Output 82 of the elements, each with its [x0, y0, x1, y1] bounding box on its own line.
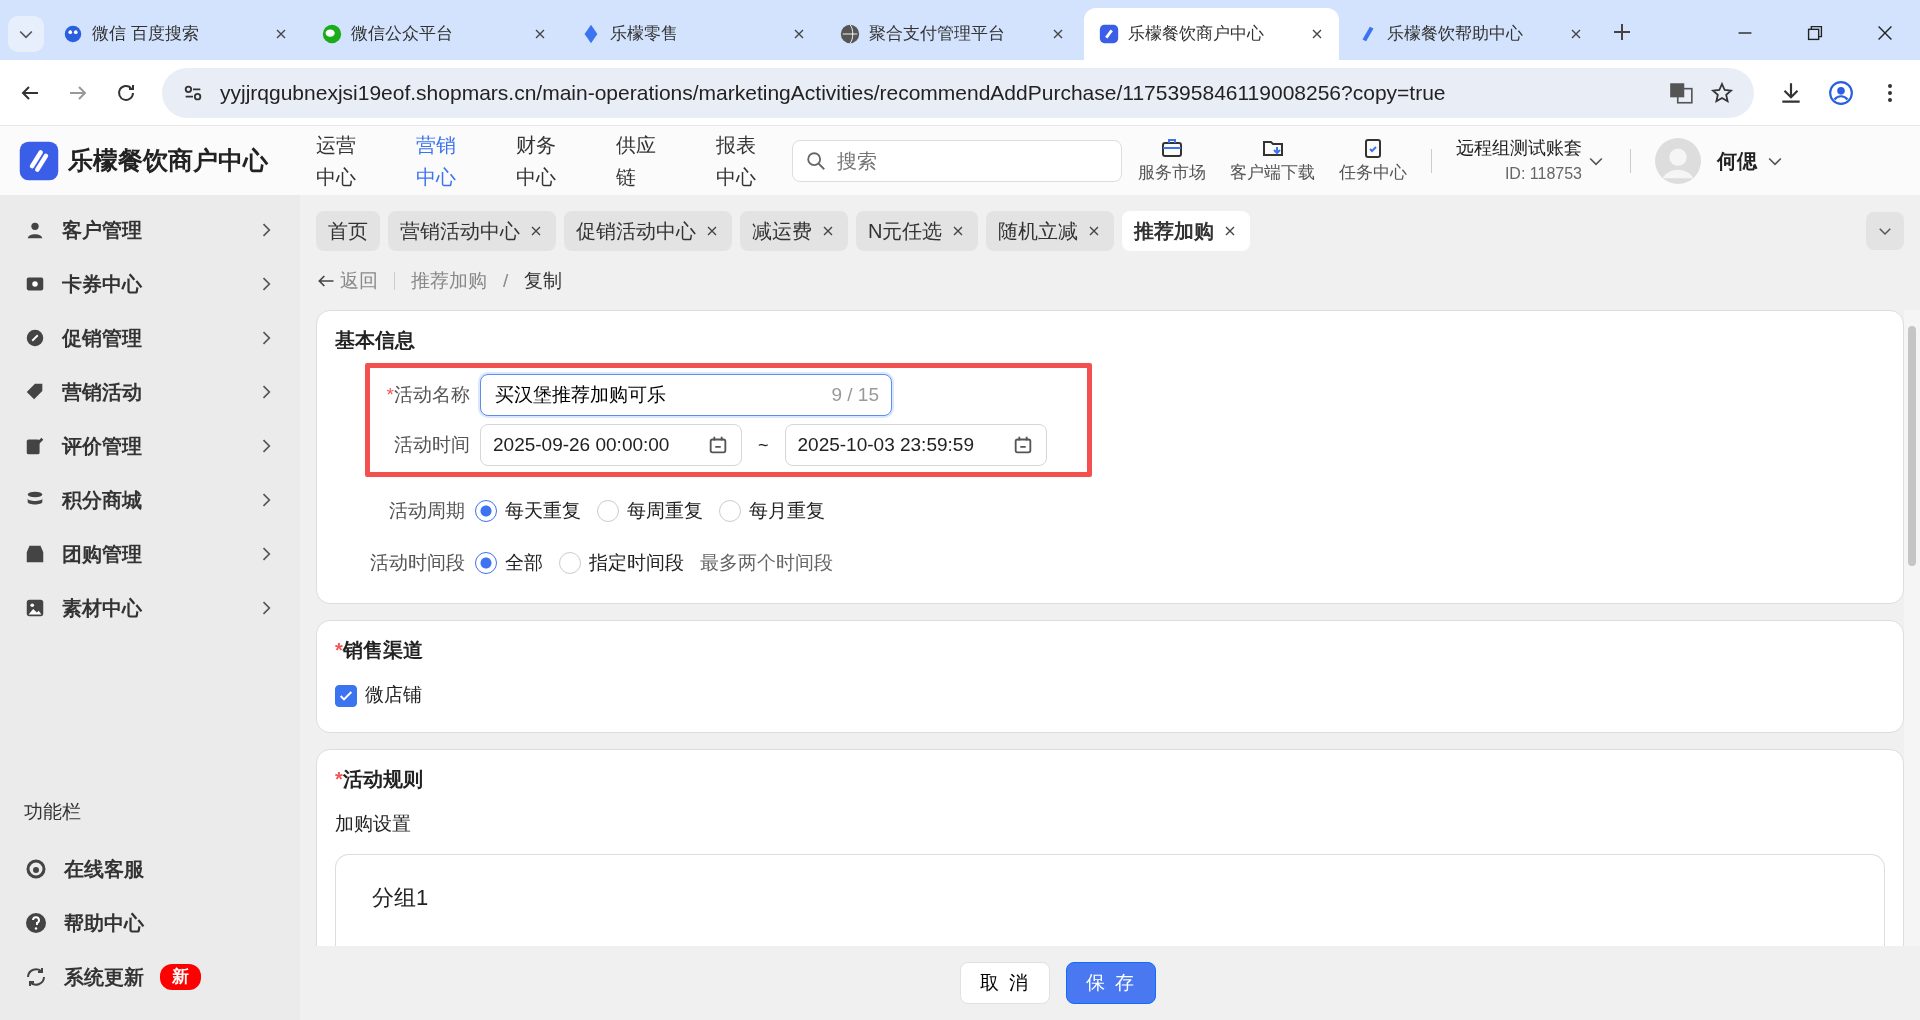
logo-icon [18, 139, 60, 182]
breadcrumb-separator: / [503, 268, 509, 293]
nav-tab[interactable]: 营销中心 [416, 128, 468, 193]
required-mark: * [335, 767, 343, 792]
account-id: ID: 118753 [1504, 164, 1582, 185]
sidebar-item[interactable]: 帮助中心 [0, 896, 300, 950]
date-field[interactable]: 2025-10-03 23:59:59 [784, 424, 1047, 467]
input-field[interactable]: 买汉堡推荐加购可乐 9 / 15 [480, 374, 892, 417]
page-tab[interactable]: 减运费 [740, 211, 848, 252]
character-counter: 9 / 15 [831, 383, 879, 408]
new-badge: 新 [160, 964, 201, 990]
page-tab[interactable]: N元任选 [856, 211, 979, 252]
save-button[interactable]: 保 存 [1066, 962, 1156, 1004]
checkbox-option[interactable]: 微店铺 [335, 681, 1885, 710]
browser-tab[interactable]: 乐檬零售 [566, 8, 821, 60]
site-icon [321, 23, 343, 45]
search-box[interactable]: 搜索 [792, 139, 1122, 182]
sidebar-item[interactable]: 促销管理 [0, 311, 300, 366]
range-separator: ~ [758, 434, 769, 457]
field-label: 活动周期 [388, 499, 466, 524]
field-label: 活动时间段 [369, 551, 466, 576]
section-title: 活动规则 [342, 767, 423, 792]
section-title: 基本信息 [335, 328, 415, 354]
browser-tab[interactable]: 聚合支付管理平台 [825, 8, 1080, 60]
browser-tab[interactable]: 乐檬餐饮帮助中心 [1343, 8, 1598, 60]
browser-tab[interactable]: 微信公众平台 [307, 8, 562, 60]
tool-link[interactable]: 服务市场 [1138, 160, 1206, 186]
sidebar-item[interactable]: 在线客服 [0, 842, 300, 896]
sidebar-item[interactable]: 营销活动 [0, 365, 300, 420]
required-mark: * [335, 638, 343, 664]
radio-option[interactable]: 指定时间段 [559, 549, 684, 578]
radio-option[interactable]: 每天重复 [475, 497, 581, 526]
browser-tab[interactable]: 微信 百度搜索 [48, 8, 303, 60]
hint-text: 最多两个时间段 [700, 551, 833, 576]
page-tab[interactable]: 营销活动中心 [388, 211, 556, 252]
avatar-icon [1655, 137, 1701, 184]
subsection-title: 加购设置 [335, 812, 412, 836]
field-label: 活动时间 [393, 433, 471, 458]
search-input[interactable]: 搜索 [835, 144, 1095, 177]
sidebar-item[interactable]: 积分商城 [0, 473, 300, 528]
group-title: 分组1 [372, 885, 429, 911]
site-icon [839, 23, 861, 45]
brand-name: 乐檬餐饮商户中心 [68, 145, 268, 177]
date-field[interactable]: 2025-09-26 00:00:00 [480, 424, 742, 467]
tool-link[interactable]: 客户端下载 [1230, 160, 1315, 186]
nav-tab[interactable]: 财务中心 [516, 128, 568, 193]
section-title: 销售渠道 [342, 638, 423, 664]
search-icon [805, 149, 827, 172]
help-icon [24, 911, 48, 935]
page-tab[interactable]: 随机立减 [986, 211, 1115, 252]
radio-option[interactable]: 全部 [475, 549, 543, 578]
sidebar-item[interactable]: 客户管理 [0, 203, 300, 258]
site-icon [1098, 23, 1120, 45]
profile-icon[interactable] [1828, 79, 1854, 106]
tool-link[interactable]: 任务中心 [1339, 160, 1407, 186]
sidebar-item[interactable]: 评价管理 [0, 419, 300, 474]
user-name[interactable]: 何偲 [1717, 145, 1757, 176]
site-icon [62, 23, 84, 45]
radio-option[interactable]: 每周重复 [597, 497, 703, 526]
nav-tab[interactable]: 供应链 [616, 128, 668, 193]
scrollbar[interactable] [1904, 310, 1920, 946]
sidebar-item[interactable]: 系统更新 新 [0, 950, 300, 1004]
refresh-icon [24, 965, 48, 989]
page-tab[interactable]: 推荐加购 [1122, 211, 1251, 252]
checkbox[interactable] [335, 684, 357, 707]
star-icon[interactable] [1710, 80, 1734, 105]
required-mark: * [386, 383, 394, 408]
field-label: 活动名称 [394, 383, 470, 408]
breadcrumb-current: 复制 [524, 268, 563, 293]
browser-tab[interactable]: 乐檬餐饮商户中心 [1084, 8, 1339, 60]
page-tab[interactable]: 促销活动中心 [564, 211, 732, 252]
address-bar[interactable]: yyjjrqgubnexjsi19eof.shopmars.cn/main-operations/marketingActivities/recommendAddPurchase/1175395846119008256?copy=true [162, 67, 1754, 118]
sidebar-item[interactable]: 素材中心 [0, 581, 300, 636]
cancel-button[interactable]: 取 消 [960, 962, 1050, 1004]
section-title: 功能栏 [23, 799, 82, 824]
radio-option[interactable]: 每月重复 [719, 497, 825, 526]
nav-tab[interactable]: 运营中心 [316, 128, 368, 193]
page-tab[interactable]: 首页 [316, 211, 380, 252]
sidebar-item[interactable]: 卡券中心 [0, 257, 300, 312]
sidebar-item[interactable]: 团购管理 [0, 527, 300, 582]
nav-tab[interactable]: 报表中心 [716, 128, 768, 193]
account-name[interactable]: 远程组测试账套 [1456, 135, 1582, 163]
